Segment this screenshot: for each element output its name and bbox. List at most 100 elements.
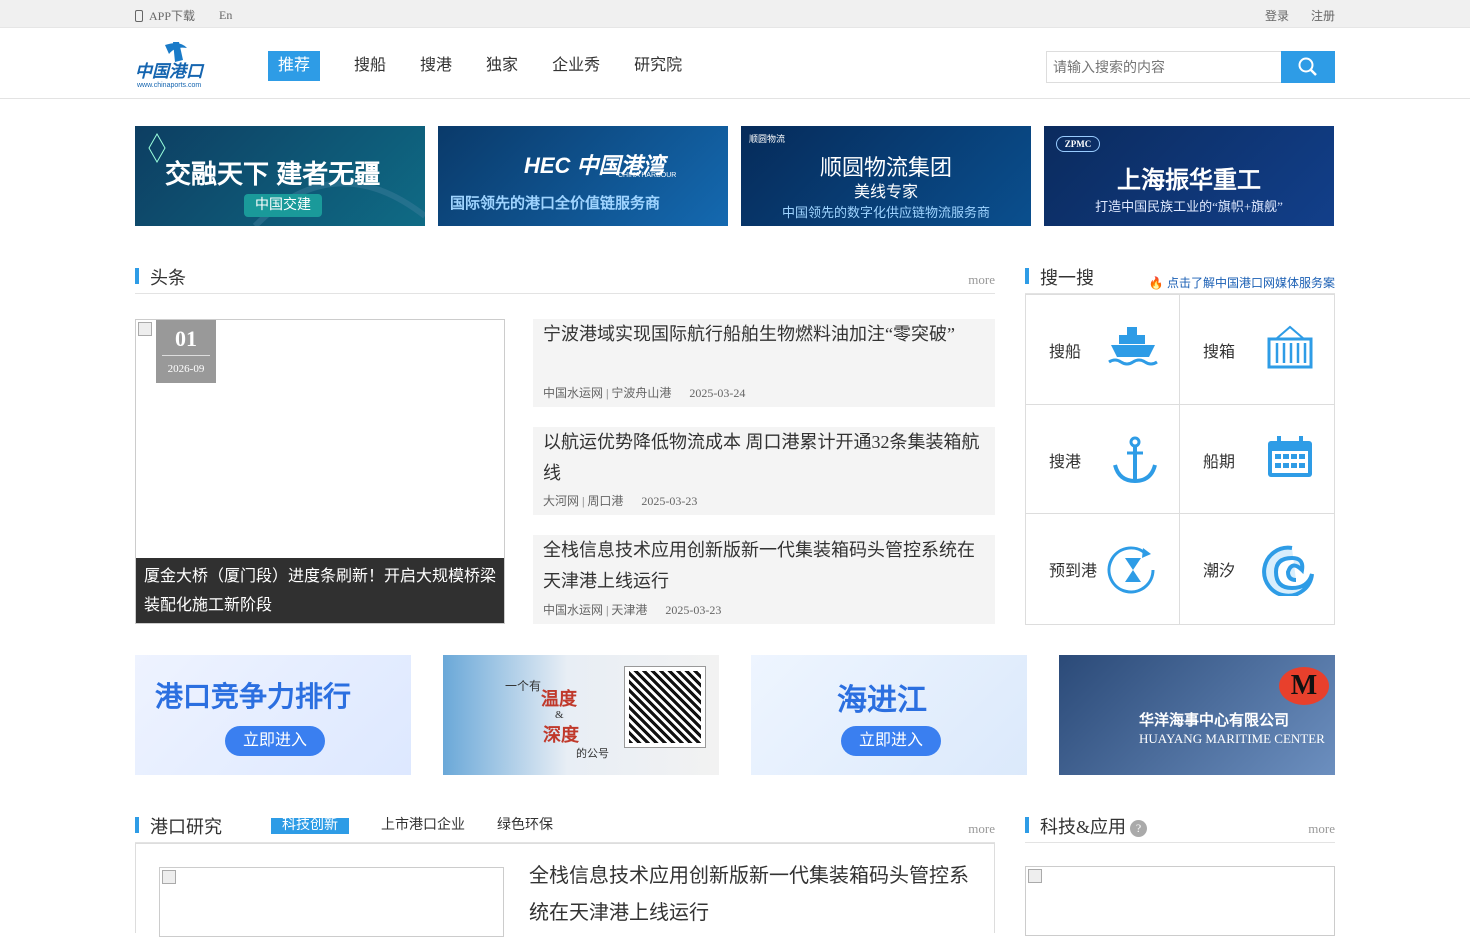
media-service-link[interactable]: 🔥 点击了解中国港口网媒体服务案 xyxy=(1149,274,1335,291)
ad-wechat-text: 温度 xyxy=(541,689,577,709)
news-item[interactable]: 全栈信息技术应用创新版新一代集装箱码头管控系统在天津港上线运行 中国水运网 | … xyxy=(533,535,995,624)
search-button[interactable] xyxy=(1281,51,1335,83)
feature-caption[interactable]: 厦金大桥（厦门段）进度条刷新！开启大规模桥梁装配化施工新阶段 xyxy=(136,558,504,623)
research-article[interactable]: 全栈信息技术应用创新版新一代集装箱码头管控系统在天津港上线运行 xyxy=(135,843,995,937)
nav-tab-exclusive[interactable]: 独家 xyxy=(486,51,518,81)
ad-wechat-text: 深度 xyxy=(543,725,579,745)
container-icon xyxy=(1267,325,1313,369)
banner-shunyuan-slogan: 中国领先的数字化供应链物流服务商 xyxy=(781,205,990,220)
quick-search-port[interactable]: 搜港 xyxy=(1026,404,1180,515)
svg-text:www.chinaports.com: www.chinaports.com xyxy=(136,82,201,89)
quick-search-ship[interactable]: 搜船 xyxy=(1026,295,1180,405)
search-input[interactable] xyxy=(1046,51,1281,83)
banner-cccc-button[interactable]: 中国交建 xyxy=(244,194,322,217)
anchor-icon xyxy=(1113,436,1157,483)
banner-hec-logo-en: CHINA HARBOUR xyxy=(618,172,677,179)
ad-huayang-name: 华洋海事中心有限公司 xyxy=(1139,713,1290,729)
ad-port-ranking-button[interactable]: 立即进入 xyxy=(225,726,325,756)
tab-tech-innovation[interactable]: 科技创新 xyxy=(271,818,349,834)
ad-sea-river-title: 海进江 xyxy=(837,684,927,717)
chinaports-logo-icon: 中国港口 www.chinaports.com xyxy=(135,42,205,89)
news-title[interactable]: 以航运优势降低物流成本 周口港累计开通32条集装箱航线 xyxy=(543,427,985,489)
app-download-link[interactable]: APP下载 xyxy=(149,7,195,24)
main-nav: 推荐 搜船 搜港 独家 企业秀 研究院 xyxy=(268,51,716,81)
research-article-image xyxy=(159,867,504,937)
banner-china-harbour[interactable]: HEC 中国港湾 CHINA HARBOUR 国际领先的港口全价值链服务商 xyxy=(438,126,728,226)
ad-port-ranking-title: 港口竞争力排行 xyxy=(155,681,352,712)
phone-icon xyxy=(135,9,143,22)
ad-sea-river-button[interactable]: 立即进入 xyxy=(841,726,941,756)
news-title[interactable]: 宁波港域实现国际航行船舶生物燃料油加注“零突破” xyxy=(543,319,985,350)
wave-icon xyxy=(1262,546,1314,597)
ad-sea-river[interactable]: 海进江 立即进入 xyxy=(751,655,1027,775)
ad-huayang-name-en: HUAYANG MARITIME CENTER xyxy=(1139,731,1325,746)
banner-zpmc[interactable]: ZPMC 上海振华重工 打造中国民族工业的“旗帜+旗舰” xyxy=(1044,126,1334,226)
ad-row: 港口竞争力排行 立即进入 一个有 温度 & 深度 的公号 海进江 立即进入 M … xyxy=(135,655,1335,775)
fire-icon: 🔥 xyxy=(1148,276,1164,290)
quick-search-tide[interactable]: 潮汐 xyxy=(1180,514,1334,624)
research-more-link[interactable]: more xyxy=(968,821,995,837)
hourglass-icon xyxy=(1107,546,1155,594)
quick-search-schedule[interactable]: 船期 xyxy=(1180,405,1334,515)
tech-title: 科技&应用? xyxy=(1040,813,1148,839)
news-meta: 中国水运网 | 天津港 2025-03-23 xyxy=(543,603,722,617)
feature-headline[interactable]: 01 2026-09 厦金大桥（厦门段）进度条刷新！开启大规模桥梁装配化施工新阶… xyxy=(135,319,505,624)
banner-cccc-slogan: 交融天下 建者无疆 xyxy=(165,159,381,189)
tab-listed-ports[interactable]: 上市港口企业 xyxy=(381,818,465,834)
banner-shunyuan[interactable]: 顺圆物流 顺圆物流集团 美线专家 中国领先的数字化供应链物流服务商 xyxy=(741,126,1031,226)
news-item[interactable]: 宁波港域实现国际航行船舶生物燃料油加注“零突破” 中国水运网 | 宁波舟山港 20… xyxy=(533,319,995,407)
quick-search-grid: 搜船 搜箱 搜港 船期 预到港 潮汐 xyxy=(1025,294,1335,625)
top-utility-bar: APP下载 En 登录 注册 xyxy=(0,0,1470,28)
tech-more-link[interactable]: more xyxy=(1308,821,1335,837)
broken-image-icon xyxy=(162,870,176,884)
nav-tab-search-port[interactable]: 搜港 xyxy=(420,51,452,81)
broken-image-icon xyxy=(1028,869,1042,883)
search-icon xyxy=(1298,57,1317,76)
main-header: 中国港口 www.chinaports.com 推荐 搜船 搜港 独家 企业秀 … xyxy=(0,28,1470,99)
headlines-header: 头条 more xyxy=(135,266,995,294)
broken-image-icon xyxy=(138,322,152,336)
banner-zpmc-slogan: 打造中国民族工业的“旗帜+旗舰” xyxy=(1095,199,1283,214)
news-meta: 中国水运网 | 宁波舟山港 2025-03-24 xyxy=(543,386,746,400)
tab-green[interactable]: 绿色环保 xyxy=(497,818,553,834)
banner-cccc[interactable]: 交融天下 建者无疆 中国交建 xyxy=(135,126,425,226)
ship-icon xyxy=(1108,327,1158,366)
tech-header: 科技&应用? more xyxy=(1025,815,1335,843)
site-logo[interactable]: 中国港口 www.chinaports.com xyxy=(135,40,215,90)
huayang-logo-icon: M xyxy=(1279,667,1329,705)
ad-wechat-text: 的公号 xyxy=(576,748,609,760)
banner-shunyuan-subtitle: 美线专家 xyxy=(853,184,918,201)
search-bar xyxy=(1046,51,1335,83)
qr-code-icon xyxy=(624,666,706,748)
ad-wechat-account[interactable]: 一个有 温度 & 深度 的公号 xyxy=(443,655,719,775)
research-title: 港口研究 xyxy=(150,817,222,837)
quick-search-container[interactable]: 搜箱 xyxy=(1180,295,1334,405)
nav-tab-search-ship[interactable]: 搜船 xyxy=(354,51,386,81)
ad-huayang[interactable]: M 华洋海事中心有限公司 HUAYANG MARITIME CENTER xyxy=(1059,655,1335,775)
nav-tab-enterprise[interactable]: 企业秀 xyxy=(552,51,600,81)
ad-wechat-text: & xyxy=(555,709,564,721)
headlines-title: 头条 xyxy=(150,268,186,288)
ad-wechat-text: 一个有 xyxy=(505,679,542,693)
news-title[interactable]: 全栈信息技术应用创新版新一代集装箱码头管控系统在天津港上线运行 xyxy=(543,535,985,597)
banner-hec-slogan: 国际领先的港口全价值链服务商 xyxy=(450,196,661,212)
nav-tab-institute[interactable]: 研究院 xyxy=(634,51,682,81)
nav-tab-recommend[interactable]: 推荐 xyxy=(268,51,321,81)
news-meta: 大河网 | 周口港 2025-03-23 xyxy=(543,494,698,508)
headlines-more-link[interactable]: more xyxy=(968,272,995,288)
banner-shunyuan-brand: 顺圆物流 xyxy=(749,134,786,144)
svg-text:中国港口: 中国港口 xyxy=(135,62,205,81)
register-link[interactable]: 注册 xyxy=(1311,7,1335,24)
news-item[interactable]: 以航运优势降低物流成本 周口港累计开通32条集装箱航线 大河网 | 周口港 202… xyxy=(533,427,995,515)
tech-article-image[interactable] xyxy=(1025,866,1335,936)
research-tabs: 科技创新 上市港口企业 绿色环保 xyxy=(271,818,585,834)
help-icon[interactable]: ? xyxy=(1130,820,1148,838)
feature-day: 01 xyxy=(162,320,210,356)
quick-search-arrival[interactable]: 预到港 xyxy=(1026,514,1180,624)
ad-port-ranking[interactable]: 港口竞争力排行 立即进入 xyxy=(135,655,411,775)
banner-zpmc-brand: ZPMC xyxy=(1056,136,1100,152)
research-article-title[interactable]: 全栈信息技术应用创新版新一代集装箱码头管控系统在天津港上线运行 xyxy=(529,858,984,932)
feature-month: 2026-09 xyxy=(167,363,205,375)
login-link[interactable]: 登录 xyxy=(1265,7,1289,24)
lang-switch-link[interactable]: En xyxy=(219,8,232,23)
